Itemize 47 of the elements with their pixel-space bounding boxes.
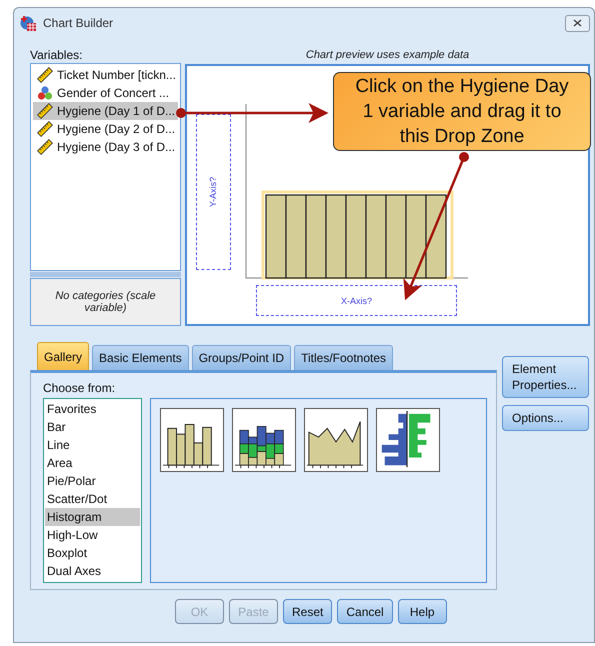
three-balls-icon	[37, 85, 53, 101]
chart-type-item[interactable]: Area	[45, 454, 140, 472]
chart-type-item[interactable]: Dual Axes	[45, 562, 140, 580]
tab[interactable]: Titles/Footnotes	[294, 345, 394, 370]
population-pyramid-thumbnail[interactable]	[376, 408, 440, 472]
tab[interactable]: Basic Elements	[92, 345, 189, 370]
app-icon	[20, 14, 37, 32]
close-icon	[573, 19, 582, 27]
chart-type-item[interactable]: Bar	[45, 418, 140, 436]
side-button[interactable]: Element Properties...	[502, 356, 589, 398]
chart-type-item[interactable]: Line	[45, 436, 140, 454]
variable-item[interactable]: Hygiene (Day 3 of D...	[33, 138, 178, 156]
variable-item[interactable]: Hygiene (Day 2 of D...	[33, 120, 178, 138]
variable-name: Gender of Concert ...	[57, 86, 170, 100]
variables-label: Variables:	[30, 48, 84, 62]
variable-item[interactable]: Gender of Concert ...	[33, 84, 178, 102]
splitter-handle[interactable]	[30, 272, 181, 277]
instruction-callout: Click on the Hygiene Day 1 variable and drag it to this Drop Zone	[333, 72, 591, 151]
tab[interactable]: Gallery	[37, 342, 90, 370]
variable-item[interactable]: Hygiene (Day 1 of D...	[33, 102, 178, 120]
chart-type-item[interactable]: High-Low	[45, 526, 140, 544]
y-axis-drop-zone[interactable]: Y-Axis?	[196, 114, 231, 270]
tab[interactable]: Groups/Point ID	[192, 345, 292, 370]
categories-note: No categories (scale variable)	[30, 278, 181, 326]
chart-type-item[interactable]: Favorites	[45, 400, 140, 418]
side-button[interactable]: Options...	[502, 405, 589, 431]
window-title: Chart Builder	[43, 16, 114, 30]
variable-name: Hygiene (Day 2 of D...	[57, 122, 176, 136]
chart-type-item[interactable]: Histogram	[45, 508, 140, 526]
dialog-button[interactable]: Cancel	[337, 599, 393, 624]
variable-name: Hygiene (Day 3 of D...	[57, 140, 176, 154]
x-axis-drop-zone[interactable]: X-Axis?	[256, 285, 457, 316]
variable-name: Hygiene (Day 1 of D...	[57, 104, 176, 118]
choose-from-label: Choose from:	[43, 381, 116, 395]
y-axis-label: Y-Axis?	[208, 176, 218, 208]
dialog-button[interactable]: Reset	[283, 599, 332, 624]
close-button[interactable]	[565, 14, 590, 32]
preview-caption: Chart preview uses example data	[304, 49, 470, 61]
variable-name: Ticket Number [tickn...	[57, 68, 176, 82]
variable-item[interactable]: Ticket Number [tickn...	[33, 66, 178, 84]
area-chart-thumbnail[interactable]	[304, 408, 368, 472]
bar-chart-thumbnail[interactable]	[160, 408, 224, 472]
stacked-bar-thumbnail[interactable]	[232, 408, 296, 472]
dialog-button[interactable]: Help	[398, 599, 447, 624]
chart-type-item[interactable]: Boxplot	[45, 544, 140, 562]
chart-type-item[interactable]: Pie/Polar	[45, 472, 140, 490]
chart-type-item[interactable]: Scatter/Dot	[45, 490, 140, 508]
